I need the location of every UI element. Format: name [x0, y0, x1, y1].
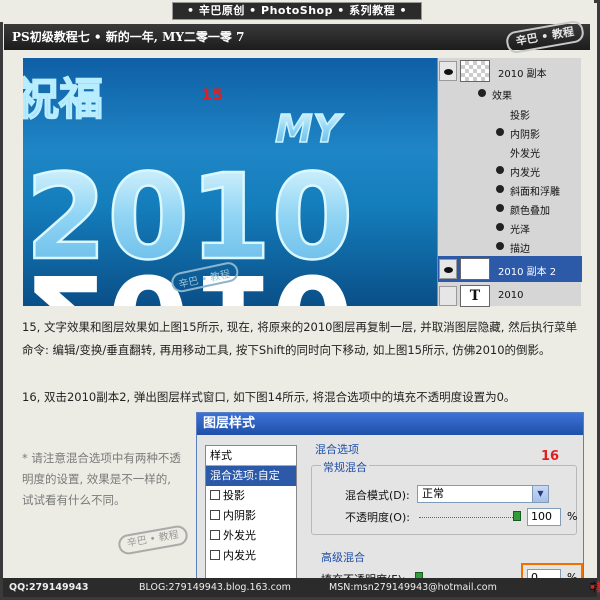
visibility-toggle-empty[interactable] [439, 286, 457, 306]
effect-label: 外发光 [510, 149, 540, 160]
style-checkbox[interactable] [210, 530, 220, 540]
layer-effects-header[interactable]: 效果 [438, 84, 582, 103]
effects-eye-icon[interactable] [478, 89, 486, 97]
style-item-outer-glow[interactable]: 外发光 [206, 526, 296, 546]
effect-eye-icon[interactable] [496, 223, 504, 231]
visibility-eye-icon[interactable] [439, 259, 457, 279]
effect-label: 斜面和浮雕 [510, 187, 560, 198]
footer-qq: QQ:279149943 [9, 582, 89, 593]
blend-mode-value: 正常 [422, 487, 444, 500]
styles-list: 样式 混合选项:自定 投影 内阴影 外发光 内发光 [205, 445, 297, 579]
chevron-down-icon[interactable]: ▼ [532, 486, 548, 502]
effect-bevel-emboss[interactable]: 斜面和浮雕 [438, 180, 582, 199]
effect-eye-icon[interactable] [496, 204, 504, 212]
opacity-slider[interactable] [419, 517, 519, 519]
style-item-label: 外发光 [223, 529, 256, 542]
blending-options-title: 混合选项 [315, 443, 359, 456]
effect-satin[interactable]: 光泽 [438, 218, 582, 237]
style-checkbox[interactable] [210, 550, 220, 560]
dialog-title: 图层样式 [197, 413, 583, 435]
style-item-inner-shadow[interactable]: 内阴影 [206, 506, 296, 526]
effect-label: 投影 [510, 111, 530, 122]
style-checkbox[interactable] [210, 510, 220, 520]
canvas-artwork: 祝福 15 MY 2010 2010 辛巴 • 教程 [23, 73, 355, 306]
style-item-blending-options[interactable]: 混合选项:自定 [206, 466, 296, 486]
opacity-unit: % [567, 510, 578, 523]
effect-inner-shadow[interactable]: 内阴影 [438, 123, 582, 142]
opacity-slider-handle[interactable] [513, 511, 521, 521]
effect-label: 光泽 [510, 225, 530, 236]
side-note: * 请注意混合选项中有两种不透明度的设置, 效果是不一样的, 试试看有什么不同。 [22, 451, 181, 507]
layer-name: 2010 副本 2 [498, 267, 557, 278]
layer-style-dialog: 图层样式 样式 混合选项:自定 投影 内阴影 外发光 内发光 混合选项 16 常… [196, 412, 584, 580]
top-banner: • 辛巴原创 • PhotoShop • 系列教程 • [0, 0, 594, 22]
footer-msn[interactable]: MSN:msn279149943@hotmail.com [329, 578, 497, 597]
canvas-text-left: 祝福 [23, 74, 103, 125]
blending-options-panel: 混合选项 16 常规混合 混合模式(D): 正常 ▼ 不透明度(O): 100 … [305, 441, 583, 579]
style-item-label: 内发光 [223, 549, 256, 562]
style-item-label: 内阴影 [223, 509, 256, 522]
document-canvas: 祝福 15 MY 2010 2010 辛巴 • 教程 [23, 58, 437, 306]
footer-bar: QQ:279149943 BLOG:279149943.blog.163.com… [3, 578, 600, 597]
effect-outer-glow[interactable]: 外发光 [438, 142, 582, 161]
layer-name: 2010 副本 [498, 69, 547, 80]
layer-2010[interactable]: T 2010 [438, 283, 582, 309]
footer-blog[interactable]: BLOG:279149943.blog.163.com [139, 578, 291, 597]
opacity-input[interactable]: 100 [527, 508, 561, 526]
opacity-label: 不透明度(O): [345, 511, 410, 524]
canvas-text-my: MY [275, 107, 344, 151]
logo-text-red: •教程 [589, 581, 600, 594]
effect-eye-icon[interactable] [496, 166, 504, 174]
banner-title: • 辛巴原创 • PhotoShop • 系列教程 • [172, 2, 422, 20]
style-item-inner-glow[interactable]: 内发光 [206, 546, 296, 566]
paragraph-step-15: 15, 文字效果和图层效果如上图15所示, 现在, 将原来的2010图层再复制一… [22, 320, 578, 357]
effect-eye-icon[interactable] [496, 128, 504, 136]
style-checkbox[interactable] [210, 490, 220, 500]
general-blending-title: 常规混合 [321, 459, 369, 475]
blend-mode-label: 混合模式(D): [345, 489, 410, 502]
effect-drop-shadow[interactable]: 投影 [438, 104, 582, 123]
blend-mode-select[interactable]: 正常 ▼ [417, 485, 549, 503]
effect-label: 内发光 [510, 168, 540, 179]
styles-header[interactable]: 样式 [206, 446, 296, 466]
canvas-figure-number: 15 [201, 85, 223, 104]
effect-color-overlay[interactable]: 颜色叠加 [438, 199, 582, 218]
layers-panel: 2010 副本 效果 投影 内阴影 外发光 内发光 斜面和浮雕 颜色叠加 光泽 … [437, 58, 582, 309]
effect-label: 颜色叠加 [510, 206, 550, 217]
tutorial-title: PS初级教程七 • 新的一年, MY二零一零 7 [12, 30, 245, 44]
effect-eye-icon[interactable] [496, 185, 504, 193]
text-layer-thumbnail: T [460, 285, 490, 307]
layer-thumbnail [460, 60, 490, 82]
layer-2010-copy[interactable]: 2010 副本 [438, 58, 582, 84]
effects-label: 效果 [492, 91, 512, 102]
paragraph-step-16: 16, 双击2010副本2, 弹出图层样式窗口, 如下图14所示, 将混合选项中… [22, 390, 516, 404]
effect-label: 描边 [510, 244, 530, 255]
watermark-stamp: 辛巴 • 教程 [504, 19, 586, 55]
style-item-label: 投影 [223, 489, 245, 502]
layer-2010-copy-2[interactable]: T 2010 副本 2 [438, 256, 582, 282]
visibility-eye-icon[interactable] [439, 61, 457, 81]
style-item-drop-shadow[interactable]: 投影 [206, 486, 296, 506]
effect-stroke[interactable]: 描边 [438, 237, 582, 256]
tutorial-heading: PS初级教程七 • 新的一年, MY二零一零 7 辛巴 • 教程 [4, 19, 590, 55]
effect-label: 内阴影 [510, 130, 540, 141]
figure-number: 16 [541, 449, 560, 464]
effect-eye-icon[interactable] [496, 242, 504, 250]
layer-name: 2010 [498, 290, 524, 301]
style-item-label: 混合选项:自定 [210, 469, 280, 482]
effect-inner-glow[interactable]: 内发光 [438, 161, 582, 180]
advanced-blending-title: 高级混合 [321, 551, 365, 564]
text-layer-thumbnail: T [460, 258, 490, 280]
